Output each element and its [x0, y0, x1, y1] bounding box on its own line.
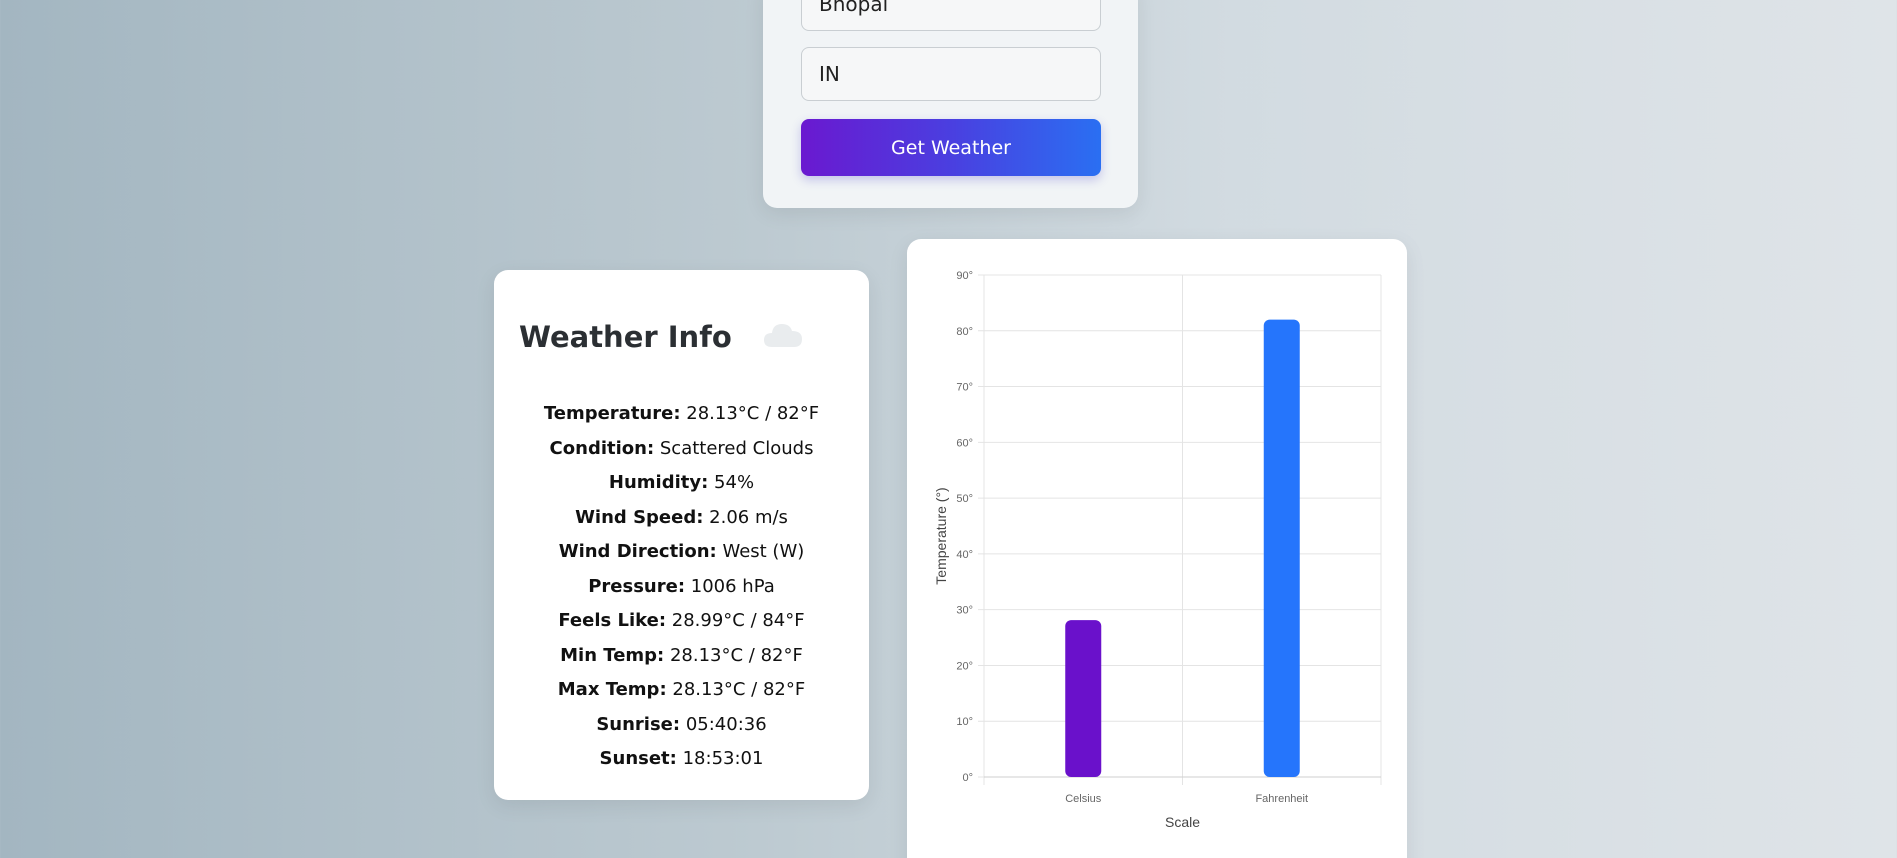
info-row-label: Temperature: — [543, 403, 681, 424]
temperature-chart: 0° 10° 20° 30° 40° 50° 60° 70° 80° 90° Celsius Fahr… — [933, 270, 1382, 830]
weather-info-list: Temperature: 28.13°C / 82°F Condition: Sc… — [494, 397, 869, 777]
y-tick-label: 60° — [956, 437, 973, 449]
info-row-label: Condition: — [549, 437, 655, 459]
info-row: Pressure: 1006 hPa — [494, 570, 869, 605]
info-row: Humidity: 54% — [494, 466, 869, 501]
get-weather-button[interactable]: Get Weather — [801, 119, 1101, 176]
info-row: Max Temp: 28.13°C / 82°F — [494, 673, 869, 708]
info-row-value: 05:40:36 — [680, 713, 767, 735]
info-row-label: Pressure: — [588, 575, 686, 597]
info-row: Wind Direction: West (W) — [494, 535, 869, 570]
y-tick-label: 90° — [956, 270, 973, 282]
y-tick-label: 70° — [956, 382, 973, 394]
info-row-label: Feels Like: — [558, 610, 667, 631]
info-row: Sunset: 18:53:01 — [494, 742, 869, 777]
y-tick-label: 80° — [956, 326, 973, 338]
info-row-label: Humidity: — [608, 472, 709, 493]
y-tick-label: 40° — [956, 549, 973, 561]
info-row-value: 28.99°C / 84°F — [666, 610, 805, 631]
info-row-value: 2.06 m/s — [703, 506, 788, 528]
x-axis-title: Scale — [1165, 814, 1200, 830]
y-tick-label: 20° — [956, 660, 973, 672]
y-tick-label: 30° — [956, 605, 973, 617]
weather-info-card: Weather Info Temperature: 28.13°C / 82°F… — [494, 270, 869, 800]
info-row: Feels Like: 28.99°C / 84°F — [494, 604, 869, 639]
info-row-value: 28.13°C / 82°F — [666, 679, 806, 700]
y-axis-title: Temperature (°) — [933, 487, 949, 584]
info-row-label: Wind Speed: — [575, 506, 704, 528]
info-row-value: 54% — [708, 472, 755, 493]
info-row: Condition: Scattered Clouds — [494, 432, 869, 467]
info-row-value: Scattered Clouds — [654, 437, 814, 459]
y-tick-label: 0° — [962, 772, 973, 784]
info-row-label: Min Temp: — [560, 644, 665, 666]
info-row-label: Wind Direction: — [558, 541, 717, 562]
y-tick-label: 10° — [956, 716, 973, 728]
info-row-value: 28.13°C / 82°F — [664, 644, 803, 666]
city-input[interactable] — [801, 0, 1101, 31]
info-row-label: Sunrise: — [596, 713, 681, 735]
info-row: Temperature: 28.13°C / 82°F — [494, 397, 869, 432]
info-row-value: 28.13°C / 82°F — [680, 403, 820, 424]
country-input[interactable] — [801, 47, 1101, 101]
temperature-chart-card: 0° 10° 20° 30° 40° 50° 60° 70° 80° 90° Celsius Fahr… — [907, 239, 1407, 858]
info-row: Wind Speed: 2.06 m/s — [494, 501, 869, 536]
x-tick-label: Fahrenheit — [1255, 793, 1308, 805]
info-row-value: West (W) — [716, 541, 805, 562]
info-row: Sunrise: 05:40:36 — [494, 708, 869, 743]
info-row-value: 18:53:01 — [676, 748, 764, 769]
info-row-label: Max Temp: — [557, 679, 667, 700]
bar-fahrenheit — [1263, 319, 1300, 777]
search-card: Get Weather — [763, 0, 1138, 208]
x-tick-label: Celsius — [1065, 793, 1102, 805]
info-row-label: Sunset: — [599, 748, 677, 769]
bar-celsius — [1065, 620, 1102, 777]
y-tick-label: 50° — [956, 493, 973, 505]
weather-info-title: Weather Info — [519, 320, 732, 354]
cloud-icon — [762, 320, 804, 350]
info-row-value: 1006 hPa — [685, 575, 775, 597]
info-row: Min Temp: 28.13°C / 82°F — [494, 639, 869, 674]
